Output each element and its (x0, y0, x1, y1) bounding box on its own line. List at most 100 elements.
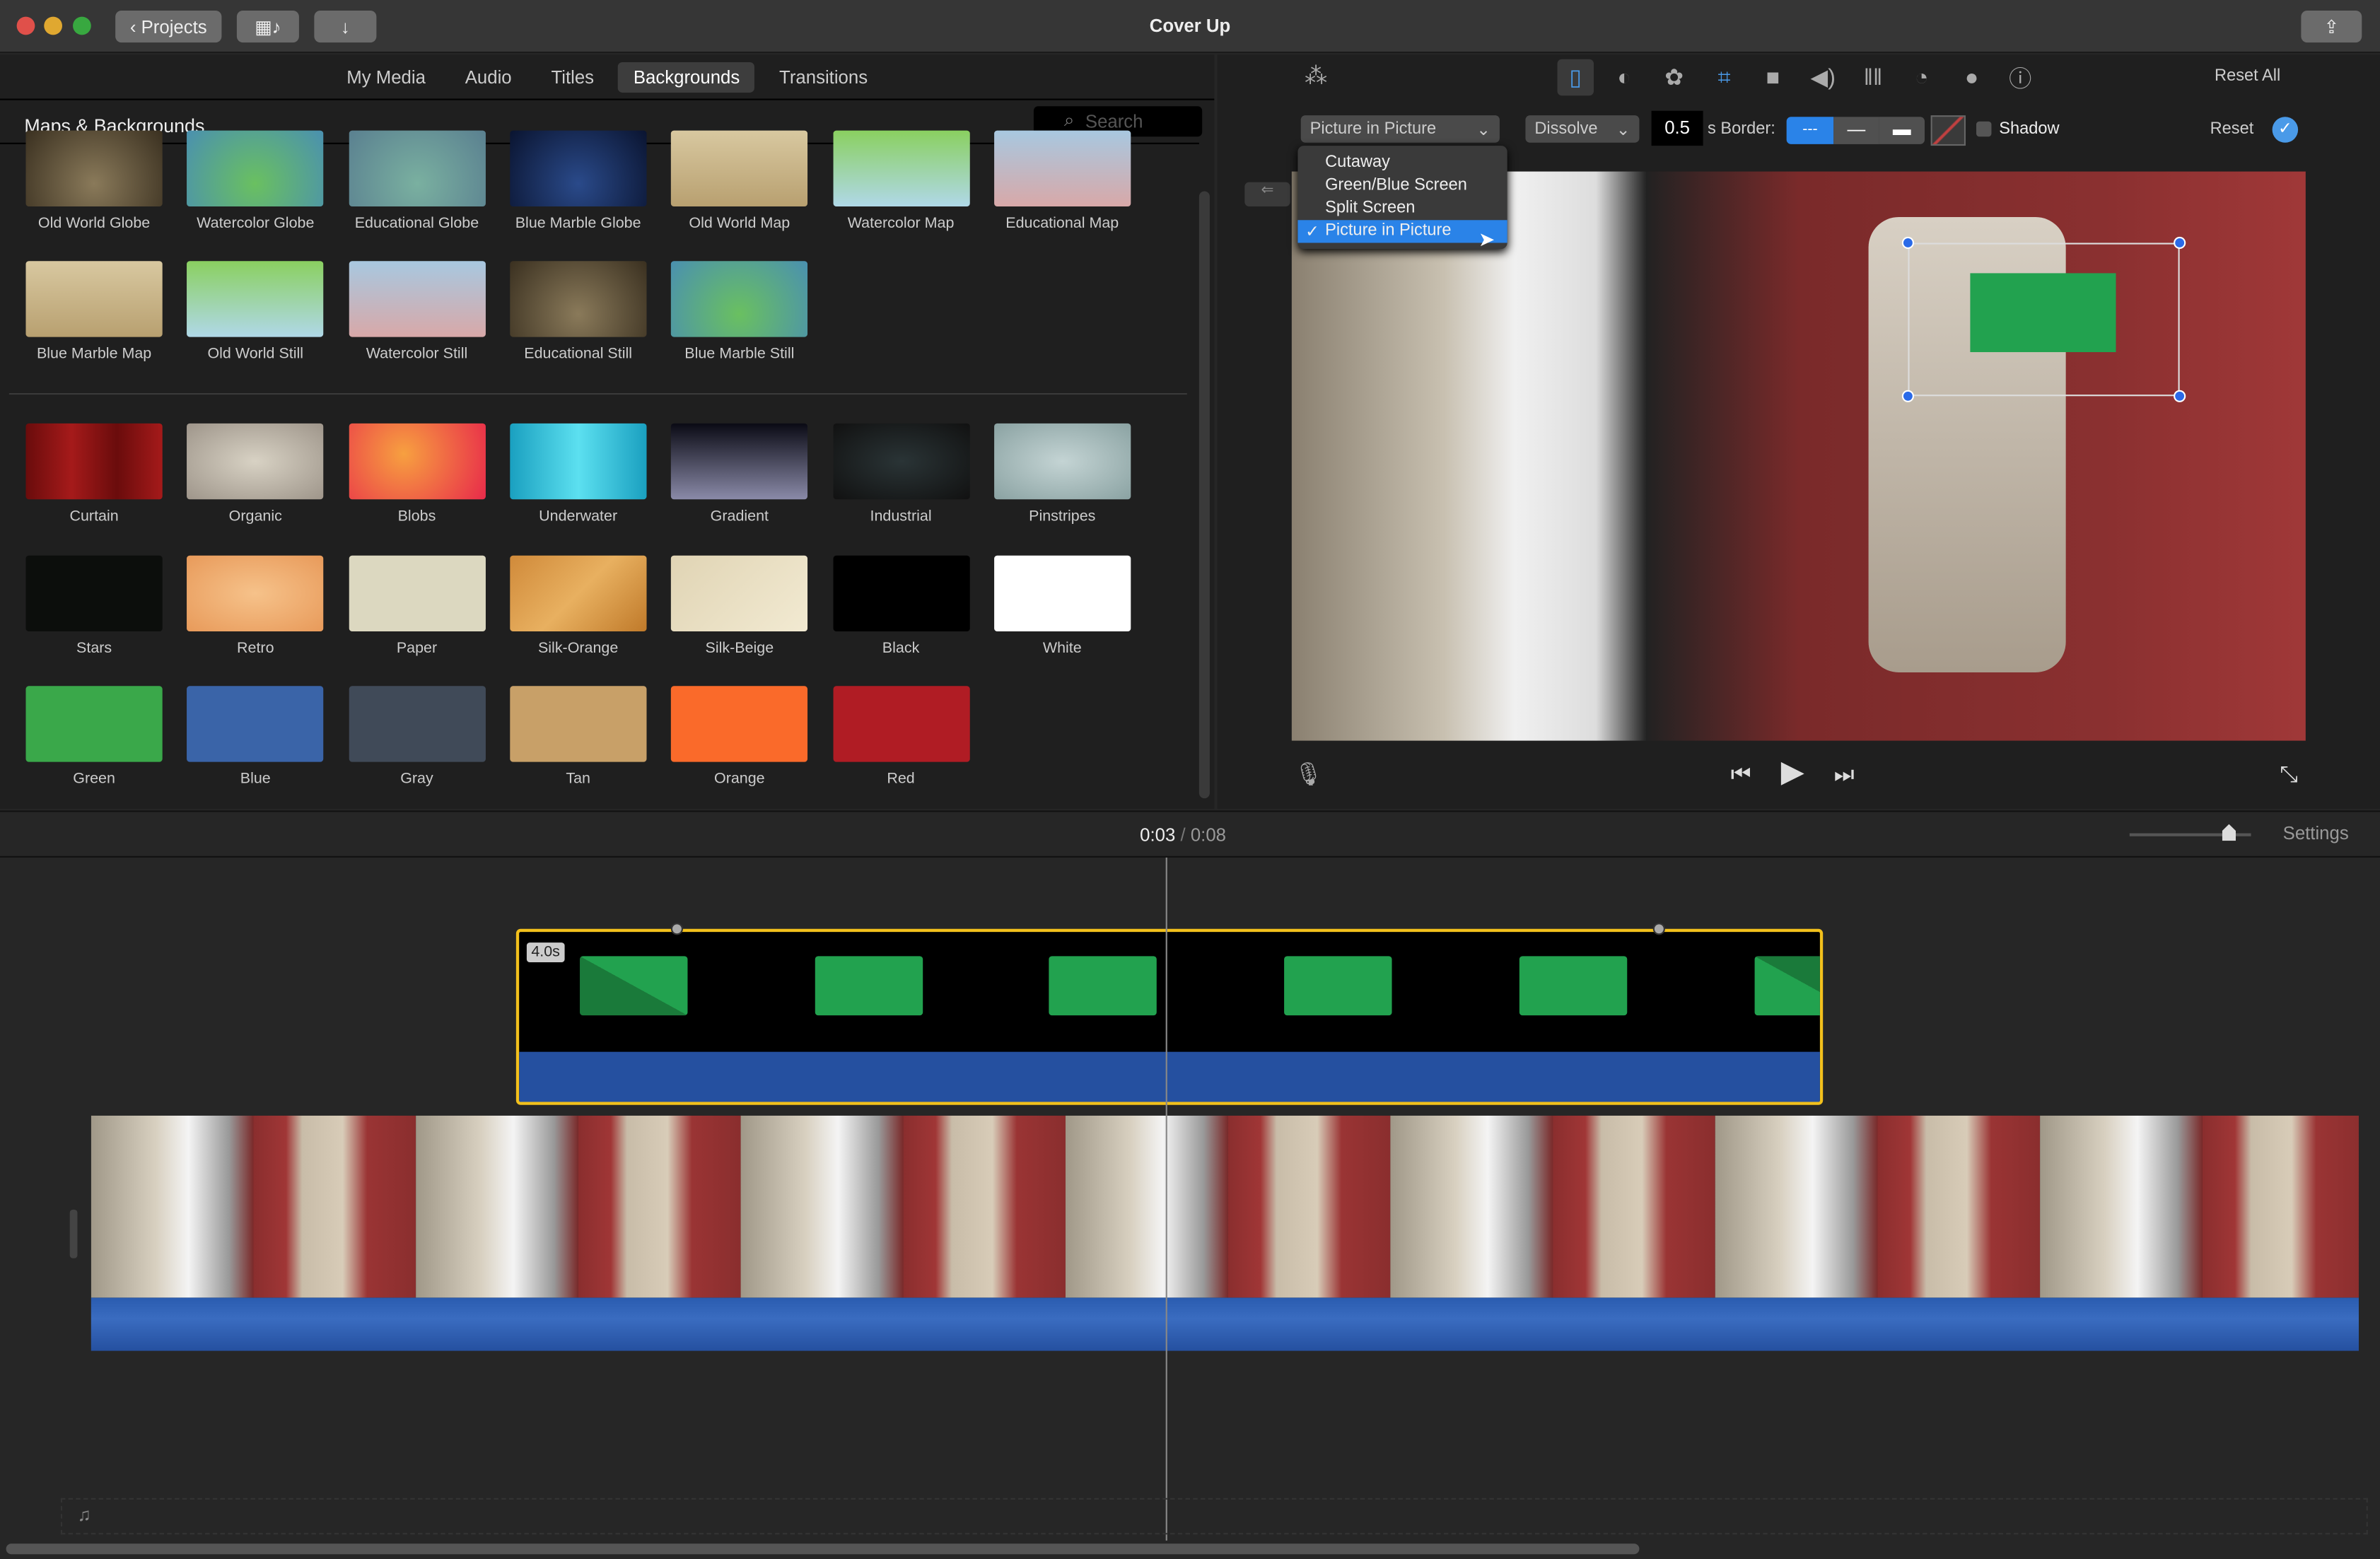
video-frame (2040, 1115, 2203, 1298)
main-video-clip[interactable] (91, 1115, 2359, 1298)
thumbnail-label: Silk-Orange (537, 639, 619, 657)
speed-icon[interactable]: ◔ (1906, 62, 1937, 93)
pip-overlay-green (1970, 273, 2116, 353)
skip-forward-icon[interactable]: ⏭ (1829, 759, 1860, 789)
stabilization-camera-icon[interactable]: ■ (1758, 62, 1788, 93)
thumbnail (187, 130, 324, 206)
background-silk-beige[interactable]: Silk-Beige (671, 554, 808, 656)
background-blue-marble-map[interactable]: Blue Marble Map (25, 261, 163, 363)
shadow-checkbox[interactable] (1976, 121, 1992, 137)
background-blobs[interactable]: Blobs (348, 423, 486, 525)
magic-wand-icon[interactable]: ⁂ (1301, 61, 1331, 91)
fullscreen-icon[interactable]: ⤡ (2274, 759, 2304, 789)
background-orange[interactable]: Orange (671, 686, 808, 788)
thumbnail (25, 130, 163, 206)
background-red[interactable]: Red (832, 686, 969, 788)
background-tan[interactable]: Tan (510, 686, 647, 788)
menu-item-split-screen[interactable]: Split Screen (1297, 197, 1507, 220)
fade-handle[interactable] (670, 923, 684, 935)
fade-handle[interactable] (1652, 923, 1665, 935)
browser-scrollbar[interactable] (1198, 191, 1210, 799)
thumbnail-label: Black (882, 639, 920, 657)
background-black[interactable]: Black (832, 554, 969, 657)
border-thin-button[interactable]: — (1833, 117, 1879, 144)
background-blue-marble-still[interactable]: Blue Marble Still (671, 261, 808, 363)
reset-all-button[interactable]: Reset All (2215, 66, 2280, 85)
playhead[interactable] (1165, 857, 1167, 1541)
background-organic[interactable]: Organic (187, 423, 324, 525)
video-frame (1553, 1115, 1715, 1298)
video-frame (253, 1115, 416, 1298)
resize-handle[interactable] (1901, 236, 1914, 250)
microphone-icon[interactable]: 🎙 (1293, 759, 1324, 789)
overlay-clip[interactable]: 4.0s (515, 928, 1824, 1105)
background-gradient[interactable]: Gradient (671, 423, 808, 525)
background-old-world-still[interactable]: Old World Still (187, 261, 324, 363)
background-blue-marble-globe[interactable]: Blue Marble Globe (510, 130, 647, 232)
menu-item-green-blue-screen[interactable]: Green/Blue Screen (1297, 175, 1507, 197)
resize-handle[interactable] (2174, 236, 2186, 250)
section-divider (8, 392, 1187, 395)
border-color-well[interactable] (1930, 115, 1966, 146)
settings-button[interactable]: Settings (2283, 823, 2349, 844)
transition-dropdown[interactable]: Dissolve ⌄ (1525, 115, 1640, 143)
background-stars[interactable]: Stars (25, 554, 163, 657)
clip-filter-icon[interactable]: ● (1956, 62, 1987, 93)
border-thick-button[interactable]: ▬ (1879, 117, 1925, 144)
thumbnail-label: Watercolor Map (847, 215, 955, 233)
timeline-scrollbar[interactable] (6, 1543, 1640, 1555)
background-pinstripes[interactable]: Pinstripes (993, 423, 1131, 525)
crop-icon[interactable]: ⌗ (1709, 62, 1739, 93)
skip-back-icon[interactable]: ⏮ (1726, 759, 1756, 789)
clip-trim-handle[interactable] (69, 1209, 78, 1259)
menu-item-cutaway[interactable]: Cutaway (1297, 152, 1507, 175)
resize-handle[interactable] (2174, 390, 2186, 402)
background-underwater[interactable]: Underwater (510, 423, 647, 525)
volume-icon[interactable]: ◀) (1808, 62, 1838, 93)
back-arrow-icon[interactable]: ⇐ (1244, 182, 1290, 206)
menu-item-picture-in-picture[interactable]: ✓ Picture in Picture (1297, 220, 1507, 243)
video-overlay-tool[interactable]: ▯ (1557, 59, 1594, 96)
duration-input[interactable]: 0.5 (1651, 110, 1703, 146)
resize-handle[interactable] (1901, 390, 1914, 402)
background-curtain[interactable]: Curtain (25, 423, 163, 525)
thumbnail (25, 686, 163, 762)
imovie-window: ‹ Projects ▦♪ ↓ Cover Up ⇪ My Media Audio… (0, 0, 2380, 1559)
share-button[interactable]: ⇪ (2301, 11, 2362, 43)
background-green[interactable]: Green (25, 686, 163, 788)
thumbnail-label: Orange (714, 771, 765, 788)
thumbnail (187, 261, 324, 337)
thumbnail-label: Stars (76, 639, 112, 657)
video-frame (1065, 1115, 1228, 1298)
color-palette-icon[interactable]: ✿ (1659, 62, 1689, 93)
apply-checkmark-button[interactable]: ✓ (2272, 117, 2299, 143)
reset-button[interactable]: Reset (2210, 120, 2254, 139)
background-industrial[interactable]: Industrial (832, 423, 969, 525)
viewer: ⁂ ▯ ◐ ✿ ⌗ ■ ◀) ‖‖ ◔ ● ⓘ Reset All Pictur… (1217, 54, 2380, 810)
thumbnail (510, 423, 647, 500)
border-none-button[interactable]: --- (1786, 117, 1834, 144)
background-watercolor-globe[interactable]: Watercolor Globe (187, 130, 324, 232)
play-icon[interactable]: ▶ (1778, 755, 1808, 788)
noise-reduction-icon[interactable]: ‖‖ (1858, 62, 1889, 93)
background-silk-orange[interactable]: Silk-Orange (510, 554, 647, 657)
info-icon[interactable]: ⓘ (2005, 62, 2036, 93)
background-retro[interactable]: Retro (187, 554, 324, 656)
background-educational-globe[interactable]: Educational Globe (348, 130, 486, 232)
video-preview[interactable] (1291, 171, 2306, 741)
background-educational-map[interactable]: Educational Map (993, 130, 1131, 232)
color-balance-icon[interactable]: ◐ (1609, 62, 1640, 93)
background-watercolor-still[interactable]: Watercolor Still (348, 261, 486, 363)
background-blue[interactable]: Blue (187, 686, 324, 788)
background-gray[interactable]: Gray (348, 686, 486, 788)
background-old-world-globe[interactable]: Old World Globe (25, 130, 163, 232)
background-watercolor-map[interactable]: Watercolor Map (832, 130, 969, 233)
background-paper[interactable]: Paper (348, 554, 486, 656)
thumbnail-label: Industrial (870, 508, 932, 525)
overlay-style-dropdown[interactable]: Picture in Picture ⌄ (1300, 115, 1500, 143)
thumbnail (993, 423, 1131, 500)
thumbnail-label: Blue Marble Map (36, 346, 152, 363)
background-educational-still[interactable]: Educational Still (510, 261, 647, 363)
background-white[interactable]: White (993, 554, 1131, 656)
background-old-world-map[interactable]: Old World Map (671, 130, 808, 232)
